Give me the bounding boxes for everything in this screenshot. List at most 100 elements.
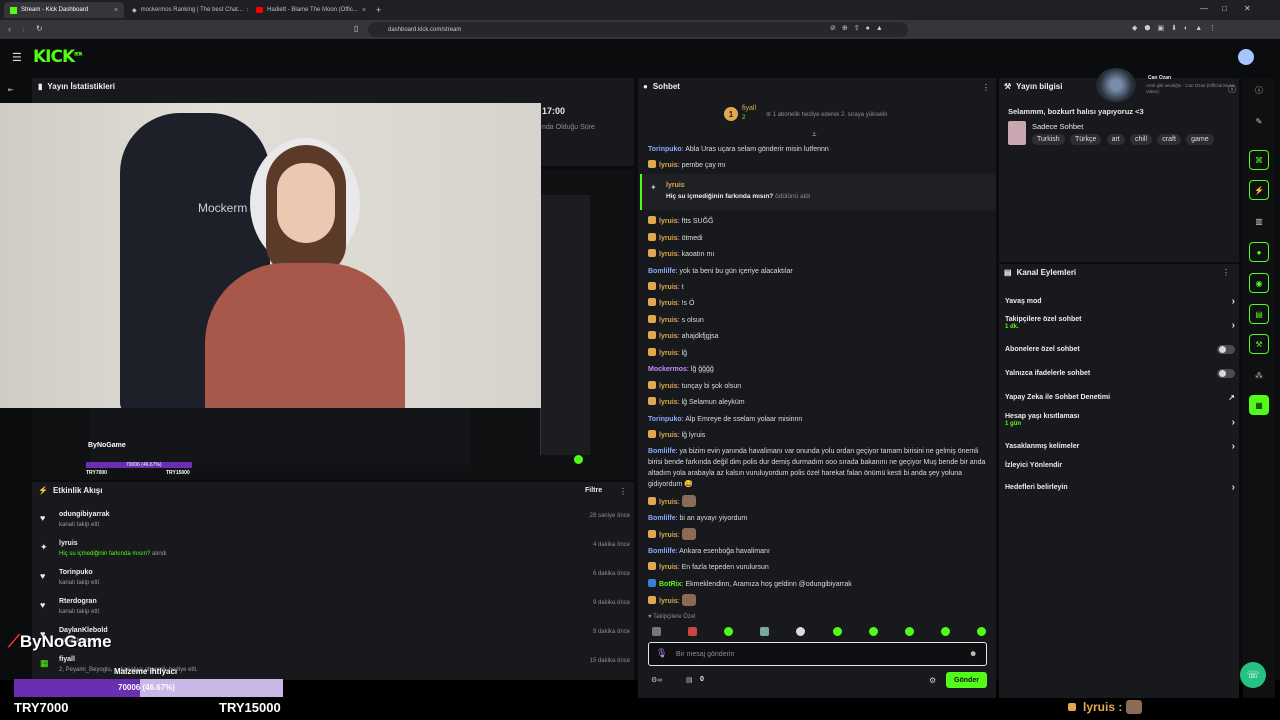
chat-username[interactable]: Torinpuko: [648, 146, 682, 153]
chat-username[interactable]: Mockermos: [648, 366, 687, 373]
activity-user[interactable]: Torinpuko: [59, 569, 93, 576]
action-subscribers-only[interactable]: Abonelere özel sohbet: [1005, 345, 1235, 354]
stream-category[interactable]: Sadece Sohbet: [1032, 122, 1083, 131]
toggle-switch[interactable]: [1217, 369, 1235, 378]
emoji-icon[interactable]: ☻: [969, 649, 977, 658]
rail-mod-icon[interactable]: ⌘: [1249, 150, 1269, 170]
rail-edit-icon[interactable]: ✎: [1249, 111, 1269, 131]
chat-message: lyruis: s olsun: [648, 315, 988, 326]
tag-chip[interactable]: Türkçe: [1069, 134, 1102, 145]
tag-chip[interactable]: art: [1106, 134, 1125, 145]
settings-gear-icon[interactable]: ⚙: [929, 676, 936, 685]
emote-icon: [688, 627, 698, 636]
url-field[interactable]: dashboard.kick.com/stream: [368, 22, 908, 37]
tag-chip[interactable]: game: [1186, 134, 1214, 145]
chat-username[interactable]: lyruis: [659, 399, 678, 406]
kick-logo[interactable]: KICKBETA: [33, 47, 82, 67]
chat-username[interactable]: Bomlilfe: [648, 515, 676, 522]
send-button[interactable]: Gönder: [946, 672, 987, 688]
close-tab-icon[interactable]: ×: [114, 7, 118, 14]
close-tab-icon[interactable]: ×: [247, 7, 248, 14]
chat-username[interactable]: lyruis: [659, 432, 678, 439]
chat-username[interactable]: Torinpuko: [648, 416, 682, 423]
action-ai-moderation[interactable]: Yapay Zeka ile Sohbet Denetimi ↗: [1005, 393, 1235, 402]
chat-username[interactable]: lyruis: [659, 333, 678, 340]
activity-user[interactable]: fiyall: [59, 656, 75, 663]
reward-icon: ✦: [650, 183, 657, 192]
back-icon[interactable]: ‹: [8, 24, 11, 34]
activity-more-icon[interactable]: ⋮: [619, 487, 627, 496]
close-tab-icon[interactable]: ×: [362, 7, 366, 14]
chat-username[interactable]: lyruis: [659, 532, 678, 539]
microphone-icon[interactable]: 🎙: [656, 648, 667, 659]
rail-info-icon[interactable]: ⓘ: [1249, 80, 1269, 100]
url-action-icons[interactable]: ⊘⊕⇪●▲: [830, 24, 889, 32]
toggle-switch[interactable]: [1217, 345, 1235, 354]
channel-actions-more-icon[interactable]: ⋮: [1222, 268, 1230, 277]
browser-tab-ranking[interactable]: ◆ mockermos Ranking | The best Chat... ×: [126, 2, 248, 18]
chat-title: Sohbet: [652, 82, 680, 91]
extension-icons[interactable]: ◆⬢▣⬇◐▲⋮: [1132, 24, 1223, 32]
chat-username[interactable]: lyruis: [659, 251, 678, 258]
browser-tab-youtube[interactable]: Hadiett - Blame The Moon (Offic... ×: [250, 2, 372, 18]
activity-user[interactable]: Rterdogran: [59, 598, 97, 605]
chat-username[interactable]: lyruis: [659, 317, 678, 324]
chat-username[interactable]: lyruis: [659, 350, 678, 357]
chat-username[interactable]: lyruis: [659, 218, 678, 225]
new-tab-button[interactable]: +: [376, 5, 381, 15]
chat-username[interactable]: BotRix: [659, 581, 682, 588]
chat-username[interactable]: lyruis: [659, 284, 678, 291]
action-emote-only[interactable]: Yalnızca ifadelerle sohbet: [1005, 369, 1235, 378]
reward-user[interactable]: lyruis: [666, 182, 685, 189]
rail-chat-icon[interactable]: ●: [1249, 242, 1269, 262]
chat-username[interactable]: lyruis: [659, 564, 678, 571]
rail-wrench-icon[interactable]: ⚒: [1249, 334, 1269, 354]
leaderboard-user[interactable]: fiyall: [742, 105, 756, 112]
avatar[interactable]: [1238, 49, 1254, 65]
menu-icon[interactable]: ☰: [12, 51, 22, 64]
activity-item: ♥ Rterdogran kanalı takip etti 9 dakika …: [40, 598, 630, 626]
chat-username[interactable]: lyruis: [659, 300, 678, 307]
maximize-icon[interactable]: □: [1222, 4, 1227, 13]
action-goals[interactable]: Hedefleri belirleyin ›: [1005, 482, 1235, 493]
action-slow-mode[interactable]: Yavaş mod ›: [1005, 296, 1235, 307]
collapse-icon[interactable]: ⇤: [8, 86, 14, 94]
rail-panel-icon[interactable]: ▤: [1249, 304, 1269, 324]
chat-more-icon[interactable]: ⋮: [982, 83, 990, 92]
tag-chip[interactable]: Turkish: [1032, 134, 1065, 145]
chat-input-placeholder[interactable]: Bir mesaj gönderin: [676, 651, 734, 658]
activity-user[interactable]: lyruis: [59, 540, 78, 547]
chat-username[interactable]: Bomlilfe: [648, 448, 676, 455]
rail-list-icon[interactable]: ▥: [1249, 211, 1269, 231]
chat-username[interactable]: lyruis: [659, 235, 678, 242]
expand-leaderboard-icon[interactable]: ⩡: [812, 130, 817, 140]
chat-username[interactable]: lyruis: [659, 598, 678, 605]
support-chat-icon[interactable]: ☏: [1240, 662, 1266, 688]
chat-settings-icon[interactable]: ⚙∞: [651, 676, 662, 684]
rail-bolt-icon[interactable]: ⚡: [1249, 180, 1269, 200]
browser-tab-kick[interactable]: Stream - Kick Dashboard ×: [4, 2, 124, 18]
rail-users-icon[interactable]: ⁂: [1249, 365, 1269, 385]
activity-user[interactable]: odungibiyarrak: [59, 511, 110, 518]
action-host[interactable]: İzleyici Yönlendir: [1005, 462, 1235, 469]
chat-username[interactable]: Bomlilfe: [648, 268, 676, 275]
bookmark-icon[interactable]: ▯: [354, 24, 358, 33]
action-banned-words[interactable]: Yasaklanmış kelimeler ›: [1005, 441, 1235, 452]
action-followers-only[interactable]: Takipçilere özel sohbet 1 dk. ›: [1005, 316, 1235, 331]
rail-broadcast-icon[interactable]: ◉: [1249, 273, 1269, 293]
window-close-icon[interactable]: ✕: [1244, 4, 1251, 13]
tag-chip[interactable]: chill: [1129, 134, 1153, 145]
chat-username[interactable]: Bomlilfe: [648, 548, 676, 555]
rail-actions-icon[interactable]: ▦: [1249, 395, 1269, 415]
emote-bar[interactable]: [652, 627, 986, 638]
forward-icon[interactable]: ›: [22, 24, 25, 34]
chat-username[interactable]: lyruis: [659, 383, 678, 390]
chat-username[interactable]: lyruis: [659, 499, 678, 506]
info-icon[interactable]: ⓘ: [1228, 84, 1236, 95]
filter-button[interactable]: Filtre: [585, 487, 602, 494]
minimize-icon[interactable]: —: [1200, 4, 1208, 13]
chat-username[interactable]: lyruis: [659, 162, 678, 169]
reload-icon[interactable]: ↻: [36, 24, 43, 33]
action-account-age[interactable]: Hesap yaşı kısıtlaması 1 gün ›: [1005, 413, 1235, 428]
tag-chip[interactable]: craft: [1157, 134, 1181, 145]
